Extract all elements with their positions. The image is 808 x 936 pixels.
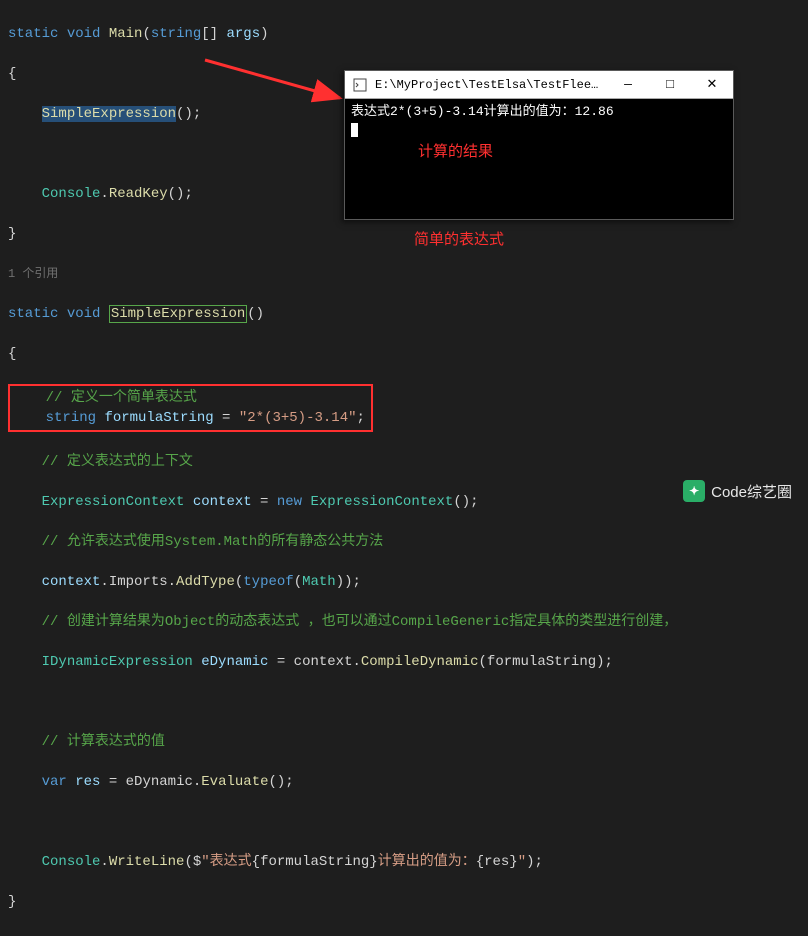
reference-count[interactable]: 1 个引用 — [8, 264, 808, 284]
minimize-button[interactable]: — — [607, 71, 649, 99]
app-icon — [351, 76, 369, 94]
annotation-expression: 简单的表达式 — [414, 228, 504, 249]
watermark-text: Code综艺圈 — [711, 481, 792, 502]
console-window: E:\MyProject\TestElsa\TestFlee\bin\D... … — [344, 70, 734, 220]
cursor-icon — [351, 123, 358, 137]
highlighted-call: SimpleExpression — [42, 106, 176, 122]
red-highlight-box: // 定义一个简单表达式 string formulaString = "2*(… — [8, 384, 808, 432]
console-output[interactable]: 表达式2*(3+5)-3.14计算出的值为：12.86 — [345, 99, 733, 219]
console-line: 表达式2*(3+5)-3.14计算出的值为：12.86 — [351, 103, 727, 121]
window-title: E:\MyProject\TestElsa\TestFlee\bin\D... — [375, 78, 607, 92]
close-button[interactable]: ✕ — [691, 71, 733, 99]
maximize-button[interactable]: □ — [649, 71, 691, 99]
annotation-result: 计算的结果 — [418, 140, 493, 161]
watermark: ✦ Code综艺圈 — [683, 480, 792, 502]
highlighted-definition: SimpleExpression — [109, 305, 247, 323]
window-titlebar[interactable]: E:\MyProject\TestElsa\TestFlee\bin\D... … — [345, 71, 733, 99]
wechat-icon: ✦ — [683, 480, 705, 502]
annotation-arrow — [200, 50, 350, 110]
